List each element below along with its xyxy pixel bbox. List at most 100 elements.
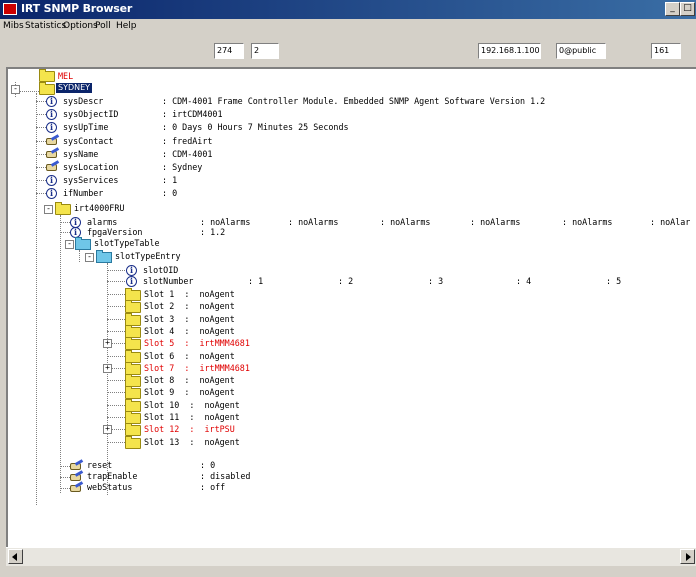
slot-number-value: : 3 — [428, 276, 444, 286]
slot-node[interactable]: Slot 13 : noAgent — [144, 437, 240, 447]
info-icon: i — [46, 109, 57, 121]
mib-object-name[interactable]: sysServices — [63, 175, 118, 185]
menu-poll[interactable]: Poll — [95, 21, 111, 31]
mib-object-name[interactable]: ifNumber — [63, 188, 103, 198]
mib-object-name[interactable]: sysUpTime — [63, 122, 108, 132]
slot-node[interactable]: Slot 7 : irtMMM4681 — [144, 363, 250, 373]
menu-options[interactable]: Options — [63, 21, 98, 31]
slot-node[interactable]: Slot 2 : noAgent — [144, 301, 235, 311]
port-field[interactable]: 161 — [651, 43, 681, 59]
reset-name[interactable]: reset — [87, 460, 112, 470]
collapse-toggle[interactable]: - — [44, 205, 53, 214]
info-icon: i — [126, 265, 137, 276]
expand-toggle[interactable]: + — [103, 339, 112, 349]
table-folder-icon — [96, 250, 112, 263]
count-field[interactable]: 274 — [214, 43, 244, 59]
node-slot-type-entry[interactable]: slotTypeEntry — [115, 251, 181, 261]
mib-object-name[interactable]: sysObjectID — [63, 109, 118, 119]
folder-icon — [39, 82, 55, 95]
mib-object-name[interactable]: sysName — [63, 149, 98, 159]
slot-node[interactable]: Slot 4 : noAgent — [144, 326, 235, 336]
mib-object-name[interactable]: sysDescr — [63, 96, 103, 106]
scroll-right-button[interactable] — [680, 549, 695, 564]
horizontal-scrollbar[interactable] — [6, 547, 696, 566]
mib-object-value: : CDM-4001 Frame Controller Module. Embe… — [162, 96, 546, 106]
slot-node[interactable]: Slot 6 : noAgent — [144, 351, 235, 361]
node-sydney[interactable]: SYDNEY — [56, 83, 93, 93]
window-title: IRT SNMP Browser — [21, 2, 133, 15]
slot-node[interactable]: Slot 8 : noAgent — [144, 375, 235, 385]
writable-icon — [46, 160, 60, 173]
status-bar — [0, 566, 696, 577]
snmp-browser-window: IRT SNMP Browser _ □ Mibs Statistics Opt… — [0, 0, 696, 577]
slot-node[interactable]: Slot 5 : irtMMM4681 — [144, 338, 250, 348]
slot-number-value: : 4 — [516, 276, 532, 286]
alarms-value: : noAlarms — [288, 217, 339, 227]
menu-bar: Mibs Statistics Options Poll Help — [0, 19, 696, 35]
slot-node[interactable]: Slot 10 : noAgent — [144, 400, 240, 410]
node-irt4000fru[interactable]: irt4000FRU — [74, 203, 124, 213]
reset-value: : 0 — [200, 460, 216, 470]
mib-object-name[interactable]: sysLocation — [63, 162, 118, 172]
alarms-value: : noAlar — [650, 217, 691, 227]
table-folder-icon — [75, 237, 91, 250]
info-icon: i — [46, 175, 57, 187]
mib-tree-view[interactable]: MEL - SYDNEY i sysDescr : CDM-4001 Frame C… — [6, 67, 696, 547]
mib-object-value: : 0 Days 0 Hours 7 Minutes 25 Seconds — [162, 122, 349, 133]
web-status-name[interactable]: webStatus — [87, 482, 132, 492]
collapse-toggle[interactable]: - — [11, 85, 20, 94]
index-field[interactable]: 2 — [251, 43, 279, 59]
menu-help[interactable]: Help — [116, 21, 137, 31]
slot-node[interactable]: Slot 3 : noAgent — [144, 314, 235, 324]
trap-enable-name[interactable]: trapEnable — [87, 471, 137, 481]
node-mel[interactable]: MEL — [58, 71, 73, 81]
slot-number-value: : 1 — [248, 276, 264, 286]
info-icon: i — [46, 188, 57, 200]
alarms-name[interactable]: alarms — [87, 217, 117, 227]
slot-node[interactable]: Slot 1 : noAgent — [144, 289, 235, 299]
app-icon — [3, 3, 17, 15]
community-field[interactable]: 0@public — [556, 43, 606, 59]
writable-icon — [70, 481, 84, 494]
menu-mibs[interactable]: Mibs — [3, 21, 24, 31]
alarms-value: : noAlarms — [380, 217, 431, 227]
mib-object-value: : Sydney — [162, 162, 203, 172]
ip-address-field[interactable]: 192.168.1.100 — [478, 43, 541, 59]
scroll-left-button[interactable] — [8, 549, 23, 564]
slot-oid-name[interactable]: slotOID — [143, 265, 178, 275]
expand-toggle[interactable]: + — [103, 425, 112, 435]
mib-object-value: : 1 — [162, 175, 178, 186]
trap-enable-value: : disabled — [200, 471, 251, 481]
slot-number-value: : 5 — [606, 276, 622, 286]
slot-node[interactable]: Slot 9 : noAgent — [144, 387, 235, 397]
toolbar: 274 2 192.168.1.100 0@public 161 — [0, 35, 696, 65]
alarms-value: : noAlarms — [562, 217, 613, 227]
collapse-toggle[interactable]: - — [85, 253, 94, 262]
collapse-toggle[interactable]: - — [65, 240, 74, 249]
maximize-button[interactable]: □ — [680, 2, 695, 16]
fpga-version-value: : 1.2 — [200, 227, 226, 237]
expand-toggle[interactable]: + — [103, 363, 112, 373]
fpga-version-name[interactable]: fpgaVersion — [87, 227, 142, 237]
mib-object-value: : CDM-4001 — [162, 148, 213, 159]
folder-icon — [125, 435, 141, 449]
slot-node[interactable]: Slot 12 : irtPSU — [144, 424, 235, 434]
info-icon: i — [46, 96, 57, 107]
mib-object-value: : 0 — [162, 188, 178, 199]
folder-icon — [39, 69, 55, 82]
slot-node[interactable]: Slot 11 : noAgent — [144, 412, 240, 422]
alarms-value: : noAlarms — [200, 217, 251, 227]
alarms-value: : noAlarms — [470, 217, 521, 227]
writable-icon — [46, 133, 60, 147]
slot-number-name[interactable]: slotNumber — [143, 276, 193, 286]
node-slot-type-table[interactable]: slotTypeTable — [94, 238, 160, 248]
menu-statistics[interactable]: Statistics — [25, 21, 66, 31]
minimize-button[interactable]: _ — [665, 2, 680, 16]
folder-icon — [55, 202, 71, 215]
mib-object-value: : fredAirt — [162, 135, 213, 146]
mib-object-name[interactable]: sysContact — [63, 136, 113, 146]
web-status-value: : off — [200, 482, 226, 492]
info-icon: i — [126, 276, 137, 287]
title-bar: IRT SNMP Browser _ □ — [0, 0, 696, 19]
info-icon: i — [46, 122, 57, 134]
